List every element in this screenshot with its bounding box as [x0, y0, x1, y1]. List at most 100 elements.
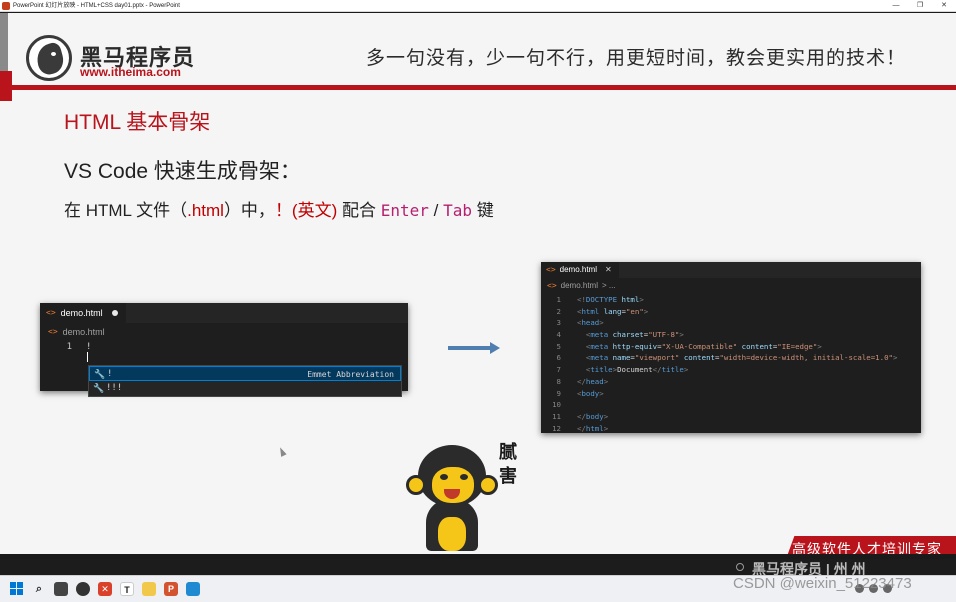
code-line: 11 </body> [541, 411, 921, 423]
slide-heading: HTML 基本骨架 [64, 111, 211, 134]
code-line: 2 <html lang="en"> [541, 306, 921, 318]
code-text: </head> [577, 376, 608, 388]
breadcrumb-file: demo.html [560, 281, 598, 290]
suggestion-item: 🔧 !!! [89, 381, 401, 396]
right-arrow-icon [448, 346, 492, 350]
typora-icon[interactable]: T [120, 582, 134, 596]
code-token: > [603, 411, 609, 421]
window-title: PowerPoint 幻灯片放映 - HTML+CSS day01.pptx -… [13, 3, 180, 9]
code-line: 6 <meta name="viewport" content="width=d… [541, 352, 921, 364]
code-token: html [621, 295, 640, 304]
line-number: 11 [552, 411, 561, 421]
xmind-icon[interactable]: ✕ [98, 582, 112, 596]
suggestion-widget: 🔧 ! Emmet Abbreviation 🔧 !!! [88, 365, 402, 397]
code-token: meta [590, 353, 613, 363]
code-token: content [683, 353, 715, 363]
suggestion-label: !!! [106, 383, 123, 393]
line-number: 1 [66, 342, 72, 352]
code-text: </html> [577, 423, 608, 435]
text-cursor [87, 352, 88, 362]
code-token: "IE=edge" [777, 341, 818, 351]
powerpoint-icon[interactable]: P [164, 582, 178, 596]
wrench-icon: 🔧 [93, 383, 105, 393]
suggestion-label: ! [107, 369, 113, 379]
line-number: 2 [556, 306, 561, 316]
enter-key-label: Enter [380, 201, 429, 220]
instruction-ext: .html [187, 201, 224, 220]
mouse-pointer-icon [277, 446, 287, 457]
code-line: 3 <head> [541, 317, 921, 329]
code-line: 7 <title>Document</title> [541, 364, 921, 376]
code-line: 1 <!DOCTYPE html> [541, 294, 921, 306]
wrench-icon: 🔧 [94, 369, 106, 379]
code-text: <meta charset="UTF-8"> [577, 329, 684, 341]
instruction-mid2: 配合 [337, 201, 381, 220]
code-token: </ [577, 376, 586, 386]
code-token: html [585, 423, 604, 433]
suggestion-item: 🔧 ! Emmet Abbreviation [89, 366, 401, 381]
instruction-slash: / [428, 201, 444, 220]
line-number: 6 [556, 353, 561, 363]
chrome-icon[interactable] [76, 582, 90, 596]
code-token: > [603, 376, 609, 386]
code-token: title [590, 365, 613, 375]
breadcrumb-file: demo.html [62, 327, 105, 337]
instruction-text: 在 HTML 文件（.html）中，！(英文) 配合 Enter / Tab 键 [64, 196, 494, 221]
html-file-icon: <> [48, 327, 58, 336]
left-red-accent [0, 71, 12, 101]
code-token: head [581, 318, 600, 328]
slide-subheading: VS Code 快速生成骨架： [64, 160, 301, 183]
editor-tab-bar: <> demo.html [40, 303, 408, 323]
code-line: 9 <body> [541, 388, 921, 400]
code-token: </ [652, 365, 662, 375]
file-explorer-icon[interactable] [142, 582, 156, 596]
close-tab-icon: ✕ [605, 265, 612, 274]
code-line: 8 </head> [541, 376, 921, 388]
code-token: "en" [625, 306, 644, 316]
code-token: <! [577, 295, 586, 304]
code-text: <title>Document</title> [577, 364, 688, 376]
line-number: 8 [556, 376, 561, 386]
csdn-watermark: CSDN @weixin_51223473 [733, 575, 912, 592]
code-token: </ [577, 411, 586, 421]
restore-button[interactable]: ❐ [908, 0, 932, 12]
line-number: 1 [556, 295, 561, 304]
vscode-after-screenshot: <> demo.html ✕ <> demo.html > ... 1 <!DOC… [541, 262, 921, 433]
code-token: meta [590, 341, 613, 351]
code-token: http-equiv [612, 341, 658, 351]
code-token: meta [590, 330, 613, 340]
windows-icon[interactable] [10, 582, 24, 596]
code-token: title [661, 365, 684, 375]
minimize-button[interactable]: — [884, 0, 908, 12]
breadcrumb-more: > ... [602, 281, 616, 290]
html-file-icon: <> [46, 308, 56, 317]
code-token: "width=device-width, initial-scale=1.0" [719, 353, 893, 363]
vscode-icon[interactable] [186, 582, 200, 596]
code-line: 4 <meta charset="UTF-8"> [541, 329, 921, 341]
code-token: Document [617, 365, 653, 375]
mascot-illustration [402, 439, 502, 551]
code-token: > [892, 353, 898, 363]
code-token: > [643, 306, 649, 316]
breadcrumb: <> demo.html > ... [547, 281, 616, 290]
mascot-caption: 腻害 [499, 442, 517, 487]
html-file-icon: <> [546, 265, 556, 274]
line-text: ! [86, 342, 92, 352]
code-token: > [599, 318, 604, 328]
code-block: 1 <!DOCTYPE html> 2 <html lang="en"> 3 <head>… [541, 294, 921, 434]
search-icon[interactable]: ⌕ [32, 582, 46, 596]
code-token: "UTF-8" [648, 330, 680, 340]
previous-slide-icon[interactable] [736, 563, 744, 571]
instruction-mid1: ）中， [223, 201, 275, 220]
close-button[interactable]: ✕ [932, 0, 956, 12]
instruction-bang: ！(英文) [274, 201, 338, 220]
code-token: "viewport" [634, 353, 680, 363]
line-number: 3 [556, 318, 561, 328]
code-text: <body> [577, 388, 604, 400]
window-title-bar: PowerPoint 幻灯片放映 - HTML+CSS day01.pptx -… [0, 0, 956, 12]
code-token: > [817, 341, 822, 351]
instruction-prefix: 在 HTML 文件（ [64, 201, 188, 220]
editor-tab-label: demo.html [60, 308, 103, 318]
powerpoint-app-icon [2, 2, 10, 10]
task-view-icon[interactable] [54, 582, 68, 596]
